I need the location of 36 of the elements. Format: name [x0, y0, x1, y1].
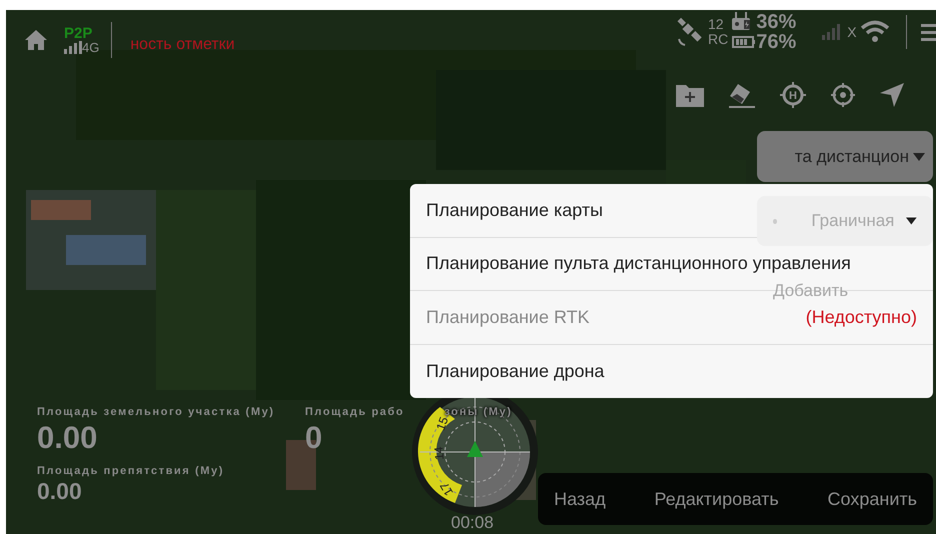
menu-icon[interactable] [920, 23, 936, 41]
menu-item[interactable]: Планирование пульта дистанционного управления [426, 250, 851, 278]
signal-icon [64, 41, 82, 54]
stat-label: Площадь рабо [305, 405, 404, 420]
unavailable-label: (Недоступно) [806, 306, 917, 329]
navigation-arrow-icon[interactable] [880, 83, 904, 107]
mark-status-text: ность отметки [130, 35, 235, 55]
crosshair-icon[interactable] [830, 82, 856, 108]
save-button[interactable]: Сохранить [820, 486, 925, 512]
home-point-icon[interactable]: H [780, 82, 806, 108]
stat-value: 0 [305, 420, 322, 455]
connection-label: P2P [64, 26, 94, 41]
route-type-select[interactable]: та дистанцион [757, 131, 933, 182]
eraser-icon[interactable] [728, 82, 756, 108]
building-roof [31, 200, 91, 220]
battery-icon [732, 35, 756, 49]
home-icon[interactable] [24, 29, 48, 51]
wifi-status-label: X [847, 22, 857, 42]
stat-value: 0.00 [37, 420, 98, 455]
stat-value: 0.00 [37, 479, 82, 504]
drone-battery-percent: 76% [756, 32, 796, 52]
stat-label: Площадь препятствия (Му) [37, 464, 224, 479]
satellite-count: 12 [708, 16, 725, 32]
back-button[interactable]: Назад [546, 486, 614, 512]
edit-button[interactable]: Редактировать [646, 486, 787, 512]
rc-label: RC [708, 32, 728, 48]
caret-icon [906, 217, 917, 225]
satellite-icon [676, 17, 704, 47]
caret-icon [913, 152, 925, 160]
menu-item[interactable]: Планирование дрона [426, 358, 604, 385]
menu-item[interactable]: Планирование карты [426, 196, 603, 224]
folder-add-icon[interactable] [676, 83, 704, 107]
stat-label: Площадь земельного участка (Му) [37, 405, 275, 420]
network-label: 4G [82, 41, 100, 54]
wifi-icon [860, 20, 890, 44]
rc-battery-percent: 36% [756, 12, 796, 32]
